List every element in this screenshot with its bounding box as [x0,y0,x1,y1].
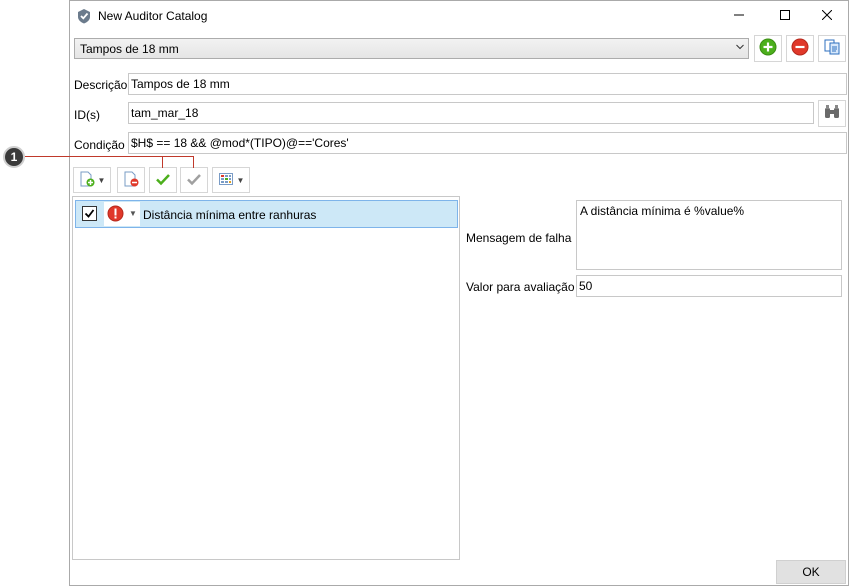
minimize-icon [734,9,744,23]
remove-red-icon [791,38,809,59]
valor-label: Valor para avaliação [466,280,575,294]
valor-field[interactable]: 50 [576,275,842,297]
close-icon [821,9,833,23]
uncheck-all-button[interactable] [180,167,208,193]
condicao-label: Condição [74,138,125,152]
descricao-value: Tampos de 18 mm [131,77,230,91]
maximize-button[interactable] [762,1,808,31]
check-all-button[interactable] [149,167,177,193]
minimize-button[interactable] [716,1,762,31]
descricao-label: Descrição [74,78,128,92]
callout-line [193,156,194,168]
error-icon [107,205,124,225]
close-button[interactable] [804,1,850,31]
catalog-select-value: Tampos de 18 mm [80,42,179,56]
list-item[interactable]: ▼ Distância mínima entre ranhuras [75,200,458,228]
mensagem-label: Mensagem de falha [466,231,572,245]
add-rule-button[interactable]: ▼ [73,167,111,193]
auditor-catalog-window: New Auditor Catalog Tampos de 18 mm Desc [69,0,849,586]
add-catalog-button[interactable] [754,35,782,62]
remove-catalog-button[interactable] [786,35,814,62]
title-bar: New Auditor Catalog [70,1,848,31]
ok-button[interactable]: OK [776,560,846,584]
mensagem-value: A distância mínima é %value% [580,204,745,218]
uncheck-all-icon [186,171,202,190]
ok-label: OK [802,565,820,579]
dropdown-caret-icon: ▼ [97,175,106,185]
dropdown-caret-icon: ▼ [236,175,245,185]
grid-options-button[interactable]: ▼ [212,167,250,193]
window-title: New Auditor Catalog [98,9,208,23]
ids-value: tam_mar_18 [131,106,199,120]
rule-label: Distância mínima entre ranhuras [143,208,317,222]
descricao-field[interactable]: Tampos de 18 mm [128,73,847,95]
app-icon [76,8,92,24]
ids-label: ID(s) [74,108,100,122]
rule-checkbox[interactable] [82,206,97,221]
copy-catalog-button[interactable] [818,35,846,62]
ids-field[interactable]: tam_mar_18 [128,102,814,124]
callout-number: 1 [10,150,18,164]
find-ids-button[interactable] [818,100,846,127]
callout-line [162,156,163,168]
add-rule-icon [79,171,95,190]
condicao-value: $H$ == 18 && @mod*(TIPO)@=='Cores' [131,136,349,150]
chevron-down-icon: ▼ [129,209,137,218]
chevron-down-icon [736,42,744,53]
check-all-icon [155,171,171,190]
grid-options-icon [218,171,234,190]
catalog-select[interactable]: Tampos de 18 mm [74,38,749,59]
remove-rule-button[interactable] [117,167,145,193]
severity-selector[interactable]: ▼ [104,202,140,226]
valor-value: 50 [579,279,593,293]
callout-line [25,156,194,157]
add-green-icon [759,38,777,59]
condicao-field[interactable]: $H$ == 18 && @mod*(TIPO)@=='Cores' [128,132,847,154]
rules-list: ▼ Distância mínima entre ranhuras [72,196,460,560]
maximize-icon [780,9,790,23]
callout-marker: 1 [3,146,25,168]
binoculars-icon [823,103,841,124]
mensagem-field[interactable]: A distância mínima é %value% [576,200,842,270]
copy-icon [823,38,841,59]
remove-rule-icon [123,171,139,190]
